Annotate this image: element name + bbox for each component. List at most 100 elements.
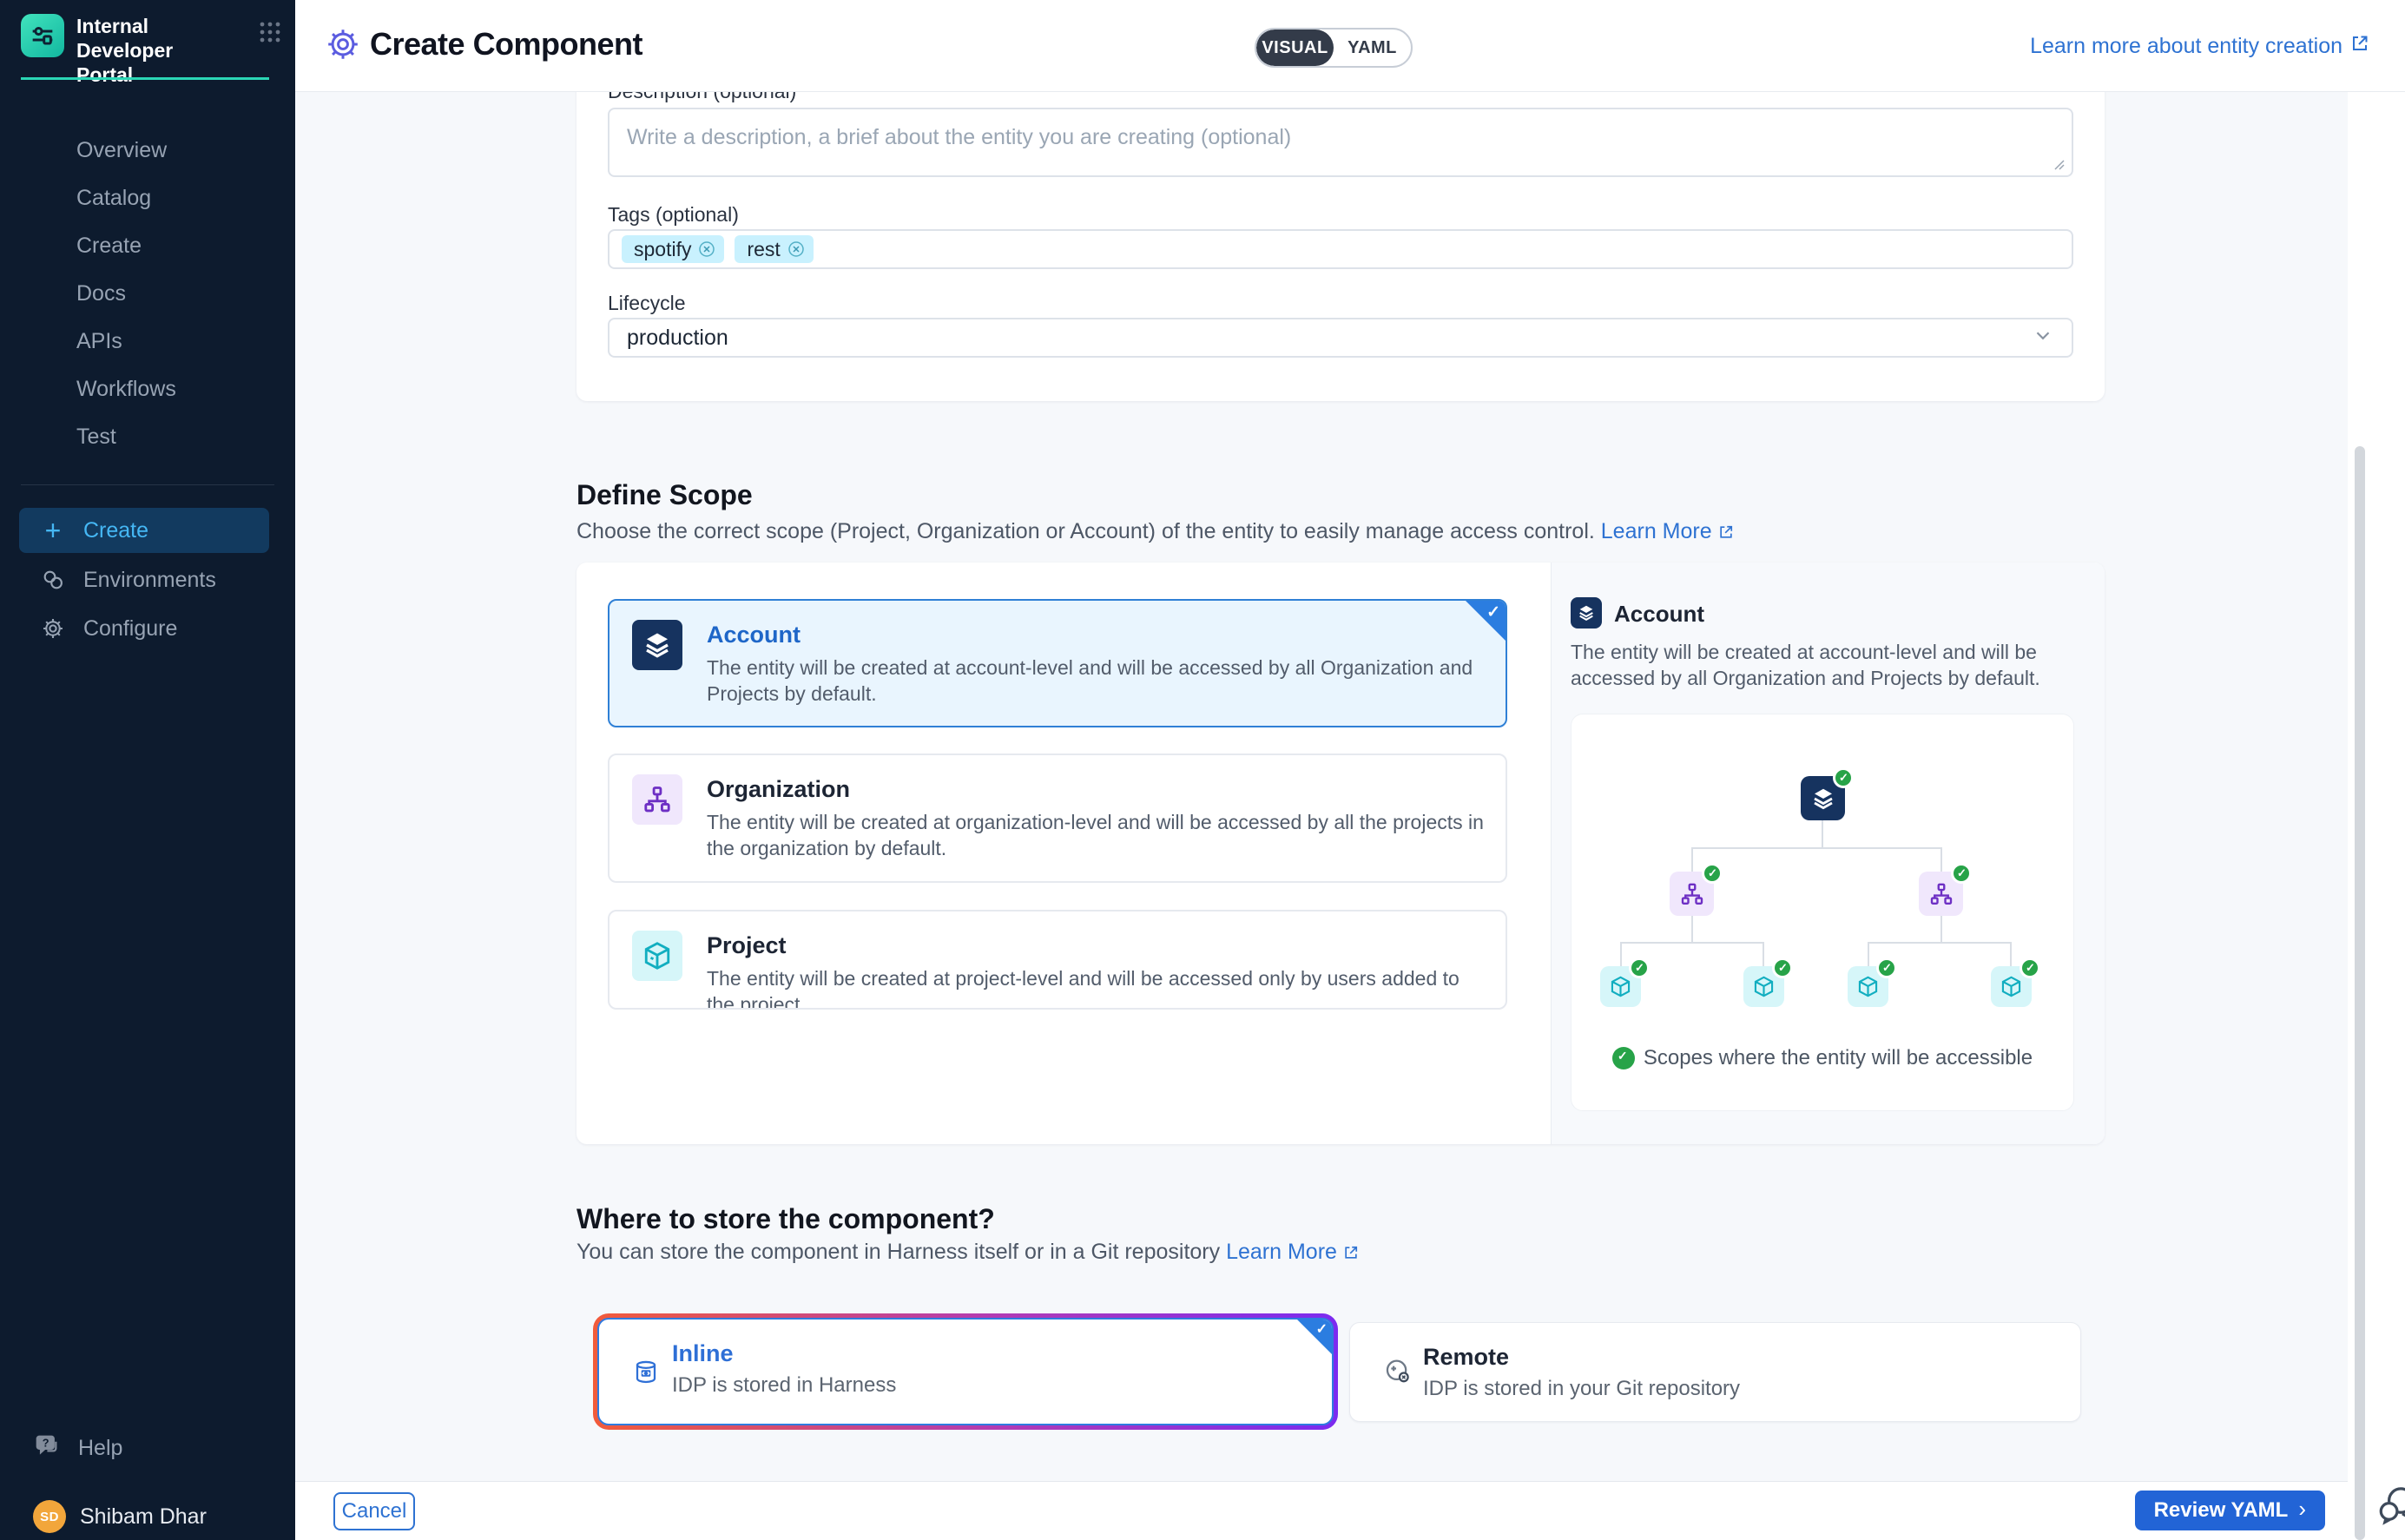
tag-remove-icon[interactable] — [698, 240, 715, 258]
external-link-icon — [1717, 522, 1735, 547]
diagram-project-node — [1848, 966, 1888, 1007]
harness-idp-logo-icon[interactable] — [21, 14, 64, 57]
tag-remove-icon[interactable] — [787, 240, 805, 258]
scope-option-organization[interactable]: Organization The entity will be created … — [608, 754, 1507, 883]
user-menu[interactable]: SD Shibam Dhar — [0, 1497, 295, 1537]
plus-icon: + — [38, 517, 68, 543]
scrollbar-thumb[interactable] — [2355, 446, 2365, 1540]
tags-input[interactable]: spotify rest — [608, 229, 2073, 269]
diagram-project-node — [1991, 966, 2032, 1007]
cube-icon — [632, 931, 682, 981]
nav-label: APIs — [76, 329, 122, 353]
storage-learn-more-link[interactable]: Learn More — [1226, 1240, 1337, 1264]
tag-chip-label: spotify — [634, 238, 691, 261]
brand-divider — [21, 77, 269, 80]
check-badge-icon — [2020, 958, 2040, 978]
diagram-project-node — [1743, 966, 1784, 1007]
external-link-icon — [2349, 33, 2370, 60]
check-badge-icon — [1772, 958, 1793, 978]
scope-learn-more-link[interactable]: Learn More — [1601, 519, 1712, 543]
lifecycle-select[interactable]: production — [608, 318, 2073, 358]
nav-label: Test — [76, 424, 116, 449]
sidebar-item-test[interactable]: Test — [0, 417, 295, 457]
app-root: Internal Developer Portal Overview Catal… — [0, 0, 2405, 1540]
sidebar-item-create-new[interactable]: + Create — [19, 508, 269, 553]
check-badge-icon — [1876, 958, 1897, 978]
check-badge-icon — [1629, 958, 1650, 978]
scope-option-description: The entity will be created at organizati… — [707, 809, 1488, 861]
org-chart-icon — [632, 774, 682, 825]
help-label: Help — [78, 1436, 122, 1461]
scope-option-project[interactable]: Project The entity will be created at pr… — [608, 910, 1507, 1010]
storage-option-remote[interactable]: Remote IDP is stored in your Git reposit… — [1349, 1322, 2081, 1422]
page-header: Create Component VISUAL YAML Learn more … — [295, 0, 2405, 92]
account-layers-icon — [632, 620, 682, 670]
scope-option-description: The entity will be created at account-le… — [707, 655, 1488, 707]
nav-label: Catalog — [76, 186, 151, 210]
scope-option-title: Project — [707, 932, 787, 959]
sidebar-item-docs[interactable]: Docs — [0, 273, 295, 313]
learn-more-entity-label: Learn more about entity creation — [2030, 34, 2342, 59]
page-title: Create Component — [370, 26, 642, 63]
avatar: SD — [33, 1500, 66, 1533]
storage-subtitle-text: You can store the component in Harness i… — [577, 1240, 1220, 1264]
scope-hierarchy-diagram: Scopes where the entity will be accessib… — [1571, 714, 2074, 1111]
storage-option-title: Inline — [672, 1340, 734, 1367]
resize-handle-icon[interactable] — [2052, 158, 2066, 176]
nav-label: Workflows — [76, 377, 176, 401]
toggle-visual[interactable]: VISUAL — [1256, 30, 1334, 66]
storage-option-description: IDP is stored in your Git repository — [1423, 1377, 1740, 1401]
tag-chip: rest — [735, 235, 813, 263]
svg-text:?: ? — [43, 1436, 49, 1449]
review-yaml-button[interactable]: Review YAML › — [2135, 1491, 2325, 1530]
gear-icon — [38, 616, 68, 641]
sidebar-item-environments[interactable]: Environments — [19, 557, 269, 602]
sidebar-item-workflows[interactable]: Workflows — [0, 369, 295, 409]
review-yaml-label: Review YAML — [2154, 1498, 2289, 1523]
storage-option-description: IDP is stored in Harness — [672, 1373, 896, 1398]
scope-option-title: Organization — [707, 776, 850, 803]
selected-check-icon — [1297, 1320, 1332, 1354]
storage-option-inline[interactable]: Inline IDP is stored in Harness — [597, 1318, 1334, 1425]
scrollbar-gutter — [2348, 92, 2405, 1540]
check-badge-icon — [1951, 863, 1972, 884]
nav-label: Overview — [76, 138, 167, 162]
scope-panel: Account The entity will be created at ac… — [577, 563, 2105, 1144]
user-name: Shibam Dhar — [80, 1504, 207, 1530]
diagram-org-node — [1670, 872, 1714, 916]
storage-subtitle: You can store the component in Harness i… — [577, 1240, 1360, 1267]
inline-storage-icon — [632, 1359, 660, 1392]
check-circle-icon — [1612, 1047, 1635, 1069]
configure-label: Configure — [83, 616, 177, 642]
sidebar-item-help[interactable]: ? Help — [0, 1428, 295, 1468]
storage-option-inline-highlight: Inline IDP is stored in Harness — [593, 1313, 1338, 1430]
diagram-account-node — [1801, 776, 1845, 820]
check-badge-icon — [1833, 767, 1854, 788]
footer-bar: Cancel Review YAML › — [295, 1481, 2348, 1540]
scope-option-account[interactable]: Account The entity will be created at ac… — [608, 599, 1507, 727]
create-label: Create — [83, 518, 148, 543]
sidebar-item-apis[interactable]: APIs — [0, 321, 295, 361]
sidebar-item-overview[interactable]: Overview — [0, 130, 295, 170]
toggle-yaml[interactable]: YAML — [1334, 30, 1411, 66]
scope-option-title: Account — [707, 622, 801, 648]
sidebar-item-catalog[interactable]: Catalog — [0, 178, 295, 218]
sidebar-item-create[interactable]: Create — [0, 226, 295, 266]
sidebar: Internal Developer Portal Overview Catal… — [0, 0, 295, 1540]
storage-option-title: Remote — [1423, 1344, 1509, 1371]
sidebar-divider — [21, 484, 274, 485]
chat-support-icon[interactable] — [2375, 1483, 2405, 1532]
define-scope-title: Define Scope — [577, 479, 753, 511]
logo-row: Internal Developer Portal — [21, 14, 281, 87]
learn-more-entity-link[interactable]: Learn more about entity creation — [2030, 33, 2370, 60]
define-scope-subtitle-text: Choose the correct scope (Project, Organ… — [577, 519, 1595, 543]
nav-label: Docs — [76, 281, 126, 306]
selected-check-icon — [1466, 601, 1506, 641]
sidebar-item-configure[interactable]: Configure — [19, 606, 269, 651]
diagram-project-node — [1600, 966, 1641, 1007]
lifecycle-label: Lifecycle — [608, 292, 685, 315]
cancel-button[interactable]: Cancel — [333, 1492, 415, 1530]
description-input[interactable] — [608, 108, 2073, 177]
scope-preview-description: The entity will be created at account-le… — [1571, 639, 2076, 691]
scope-preview-title: Account — [1614, 601, 1704, 628]
